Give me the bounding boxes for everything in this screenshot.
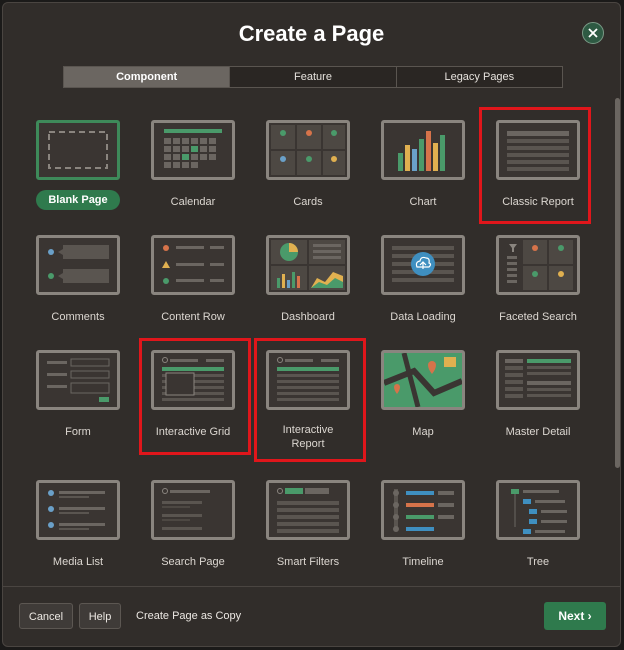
item-label: Data Loading — [390, 311, 456, 323]
dialog-title: Create a Page — [238, 21, 385, 46]
chevron-right-icon: › — [587, 609, 592, 623]
map-icon — [381, 350, 465, 410]
cards-icon — [266, 120, 350, 180]
data-loading-icon — [381, 235, 465, 295]
item-label: Dashboard — [281, 311, 335, 323]
item-label: Calendar — [170, 196, 216, 208]
interactive-grid-icon — [151, 350, 235, 410]
timeline-icon — [381, 480, 465, 540]
comments-icon — [36, 235, 120, 295]
dialog-footer: Cancel Help Create Page as Copy Next › — [3, 586, 620, 647]
item-label: Timeline — [402, 556, 444, 568]
next-button[interactable]: Next › — [544, 602, 606, 630]
create-page-dialog: Create a Page Component Feature Legacy P… — [2, 2, 621, 647]
component-grid: Blank Page Calendar Cards Chart Classic … — [3, 98, 611, 583]
item-label: Interactive Grid — [155, 426, 231, 438]
item-label: Comments — [51, 311, 105, 323]
faceted-search-icon — [496, 235, 580, 295]
scrollbar[interactable] — [615, 98, 620, 468]
create-page-as-copy-button[interactable]: Create Page as Copy — [136, 603, 241, 629]
chart-icon — [381, 120, 465, 180]
master-detail-icon — [496, 350, 580, 410]
next-label: Next — [558, 609, 585, 623]
tab-component[interactable]: Component — [64, 67, 231, 87]
classic-report-icon — [496, 120, 580, 180]
item-label: Map — [412, 426, 434, 438]
smart-filters-icon — [266, 480, 350, 540]
item-label: Chart — [409, 196, 437, 208]
calendar-icon — [151, 120, 235, 180]
item-label: Search Page — [161, 556, 225, 568]
item-label: Content Row — [161, 311, 225, 323]
item-label: Cards — [293, 196, 323, 208]
close-icon[interactable] — [582, 22, 604, 44]
media-list-icon — [36, 480, 120, 540]
item-label: Classic Report — [502, 196, 574, 208]
tree-icon — [496, 480, 580, 540]
item-label: Master Detail — [505, 426, 571, 438]
tab-legacy-pages[interactable]: Legacy Pages — [396, 67, 562, 87]
item-label: Smart Filters — [276, 556, 340, 568]
content-row-icon — [151, 235, 235, 295]
item-label: Media List — [52, 556, 104, 568]
search-page-icon — [151, 480, 235, 540]
help-button[interactable]: Help — [79, 603, 121, 629]
cancel-button[interactable]: Cancel — [19, 603, 73, 629]
tab-feature[interactable]: Feature — [230, 67, 397, 87]
item-label: Blank Page — [36, 190, 120, 210]
form-icon — [36, 350, 120, 410]
item-label: Faceted Search — [499, 311, 577, 323]
page-type-tabs: Component Feature Legacy Pages — [63, 66, 563, 88]
item-label: Tree — [526, 556, 550, 568]
item-label: Form — [65, 426, 91, 438]
blank-page-icon — [36, 120, 120, 180]
dashboard-icon — [266, 235, 350, 295]
interactive-report-icon — [266, 350, 350, 410]
item-label: Interactive Report — [282, 424, 334, 450]
